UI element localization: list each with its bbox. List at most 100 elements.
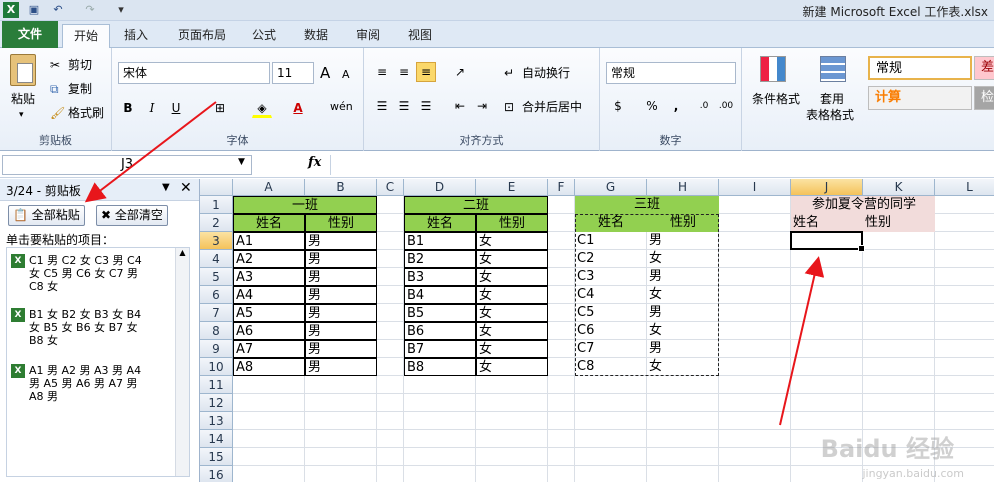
class1-gender-cell[interactable]: 男 xyxy=(305,286,377,304)
clear-all-button[interactable]: ✖ 全部清空 xyxy=(96,205,168,226)
class1-gender-cell[interactable]: 男 xyxy=(305,268,377,286)
camp-header-gender[interactable]: 性别 xyxy=(863,214,935,232)
row-header-12[interactable]: 12 xyxy=(200,394,233,412)
class2-header-name[interactable]: 姓名 xyxy=(404,214,476,232)
wrap-text-button[interactable]: 自动换行 xyxy=(522,64,570,82)
class1-name-cell[interactable]: A8 xyxy=(233,358,305,376)
column-header-a[interactable]: A xyxy=(233,179,305,196)
class2-gender-cell[interactable]: 女 xyxy=(476,358,548,376)
row-header-13[interactable]: 13 xyxy=(200,412,233,430)
tab-review[interactable]: 审阅 xyxy=(348,24,388,48)
paste-all-button[interactable]: 📋 全部粘贴 xyxy=(8,205,85,226)
row-header-9[interactable]: 9 xyxy=(200,340,233,358)
format-painter-button[interactable]: 格式刷 xyxy=(68,104,104,122)
class1-gender-cell[interactable]: 男 xyxy=(305,340,377,358)
class1-title[interactable]: 一班 xyxy=(233,196,377,214)
shrink-font-button[interactable]: A xyxy=(342,66,350,84)
tab-insert[interactable]: 插入 xyxy=(114,24,158,48)
class1-gender-cell[interactable]: 男 xyxy=(305,304,377,322)
class1-name-cell[interactable]: A3 xyxy=(233,268,305,286)
clipboard-scrollbar[interactable]: ▲ xyxy=(175,248,189,476)
scroll-up-icon[interactable]: ▲ xyxy=(176,248,189,257)
class2-gender-cell[interactable]: 女 xyxy=(476,268,548,286)
bold-button[interactable]: B xyxy=(118,98,138,118)
fill-color-icon[interactable]: ◈ xyxy=(252,98,272,118)
redo-icon[interactable]: ↷ xyxy=(82,2,98,18)
row-header-4[interactable]: 4 xyxy=(200,250,233,268)
copy-button[interactable]: 复制 xyxy=(68,80,92,98)
row-header-10[interactable]: 10 xyxy=(200,358,233,376)
class1-gender-cell[interactable]: 男 xyxy=(305,358,377,376)
cut-button[interactable]: 剪切 xyxy=(68,56,92,74)
tab-page-layout[interactable]: 页面布局 xyxy=(170,24,234,48)
orientation-icon[interactable]: ↗ xyxy=(450,62,470,82)
class2-name-cell[interactable]: B1 xyxy=(404,232,476,250)
column-header-l[interactable]: L xyxy=(935,179,994,196)
row-header-8[interactable]: 8 xyxy=(200,322,233,340)
style-normal[interactable]: 常规 xyxy=(868,56,972,80)
class2-name-cell[interactable]: B2 xyxy=(404,250,476,268)
style-calculation[interactable]: 计算 xyxy=(868,86,972,110)
phonetic-button[interactable]: wén xyxy=(330,98,353,116)
align-bottom-icon[interactable]: ≡ xyxy=(416,62,436,82)
align-right-icon[interactable]: ☰ xyxy=(416,96,436,116)
class2-header-gender[interactable]: 性别 xyxy=(476,214,548,232)
class2-name-cell[interactable]: B3 xyxy=(404,268,476,286)
class1-name-cell[interactable]: A1 xyxy=(233,232,305,250)
class2-gender-cell[interactable]: 女 xyxy=(476,286,548,304)
active-cell-j3[interactable] xyxy=(790,231,865,252)
class2-gender-cell[interactable]: 女 xyxy=(476,250,548,268)
column-header-d[interactable]: D xyxy=(404,179,476,196)
class1-name-cell[interactable]: A5 xyxy=(233,304,305,322)
clipboard-item[interactable]: X B1 女 B2 女 B3 女 B4 女 B5 女 B6 女 B7 女 B8 … xyxy=(11,308,171,347)
name-box-dropdown-icon[interactable]: ▼ xyxy=(238,157,245,167)
clipboard-item[interactable]: X C1 男 C2 女 C3 男 C4 女 C5 男 C6 女 C7 男 C8 … xyxy=(11,254,171,293)
style-check[interactable]: 检 xyxy=(974,86,994,110)
row-header-2[interactable]: 2 xyxy=(200,214,233,232)
name-box[interactable]: J3 xyxy=(2,155,252,175)
class3-title[interactable]: 三班 xyxy=(575,196,719,214)
class1-gender-cell[interactable]: 男 xyxy=(305,322,377,340)
increase-indent-icon[interactable]: ⇥ xyxy=(472,96,492,116)
style-bad[interactable]: 差 xyxy=(974,56,994,80)
class2-gender-cell[interactable]: 女 xyxy=(476,232,548,250)
underline-button[interactable]: U xyxy=(166,98,186,118)
row-header-1[interactable]: 1 xyxy=(200,196,233,214)
tab-data[interactable]: 数据 xyxy=(296,24,336,48)
class2-name-cell[interactable]: B4 xyxy=(404,286,476,304)
increase-decimal-icon[interactable]: .0 xyxy=(694,96,714,116)
row-header-14[interactable]: 14 xyxy=(200,430,233,448)
class2-name-cell[interactable]: B8 xyxy=(404,358,476,376)
camp-header-name[interactable]: 姓名 xyxy=(791,214,863,232)
camp-title[interactable]: 参加夏令营的同学 xyxy=(791,196,935,214)
row-header-5[interactable]: 5 xyxy=(200,268,233,286)
borders-icon[interactable]: ⊞ xyxy=(210,98,230,118)
number-format-select[interactable]: 常规 xyxy=(606,62,736,84)
save-icon[interactable]: ▣ xyxy=(26,2,42,18)
column-header-h[interactable]: H xyxy=(647,179,719,196)
tab-file[interactable]: 文件 xyxy=(2,21,58,48)
column-header-f[interactable]: F xyxy=(548,179,575,196)
class2-title[interactable]: 二班 xyxy=(404,196,548,214)
class2-gender-cell[interactable]: 女 xyxy=(476,322,548,340)
column-header-c[interactable]: C xyxy=(377,179,404,196)
class1-name-cell[interactable]: A6 xyxy=(233,322,305,340)
row-header-3[interactable]: 3 xyxy=(200,232,233,250)
class2-name-cell[interactable]: B6 xyxy=(404,322,476,340)
tab-view[interactable]: 视图 xyxy=(400,24,440,48)
class1-name-cell[interactable]: A4 xyxy=(233,286,305,304)
merge-center-button[interactable]: 合并后居中 xyxy=(522,98,582,116)
font-color-icon[interactable]: A xyxy=(288,98,308,118)
clipboard-item[interactable]: X A1 男 A2 男 A3 男 A4 男 A5 男 A6 男 A7 男 A8 … xyxy=(11,364,171,403)
class2-name-cell[interactable]: B5 xyxy=(404,304,476,322)
column-header-j[interactable]: J xyxy=(791,179,863,196)
align-center-icon[interactable]: ☰ xyxy=(394,96,414,116)
class2-gender-cell[interactable]: 女 xyxy=(476,340,548,358)
row-header-15[interactable]: 15 xyxy=(200,448,233,466)
close-icon[interactable]: ✕ xyxy=(180,180,192,196)
class1-header-gender[interactable]: 性别 xyxy=(305,214,377,232)
align-middle-icon[interactable]: ≡ xyxy=(394,62,414,82)
row-header-7[interactable]: 7 xyxy=(200,304,233,322)
font-name-select[interactable]: 宋体 xyxy=(118,62,270,84)
formula-input[interactable] xyxy=(330,155,994,175)
